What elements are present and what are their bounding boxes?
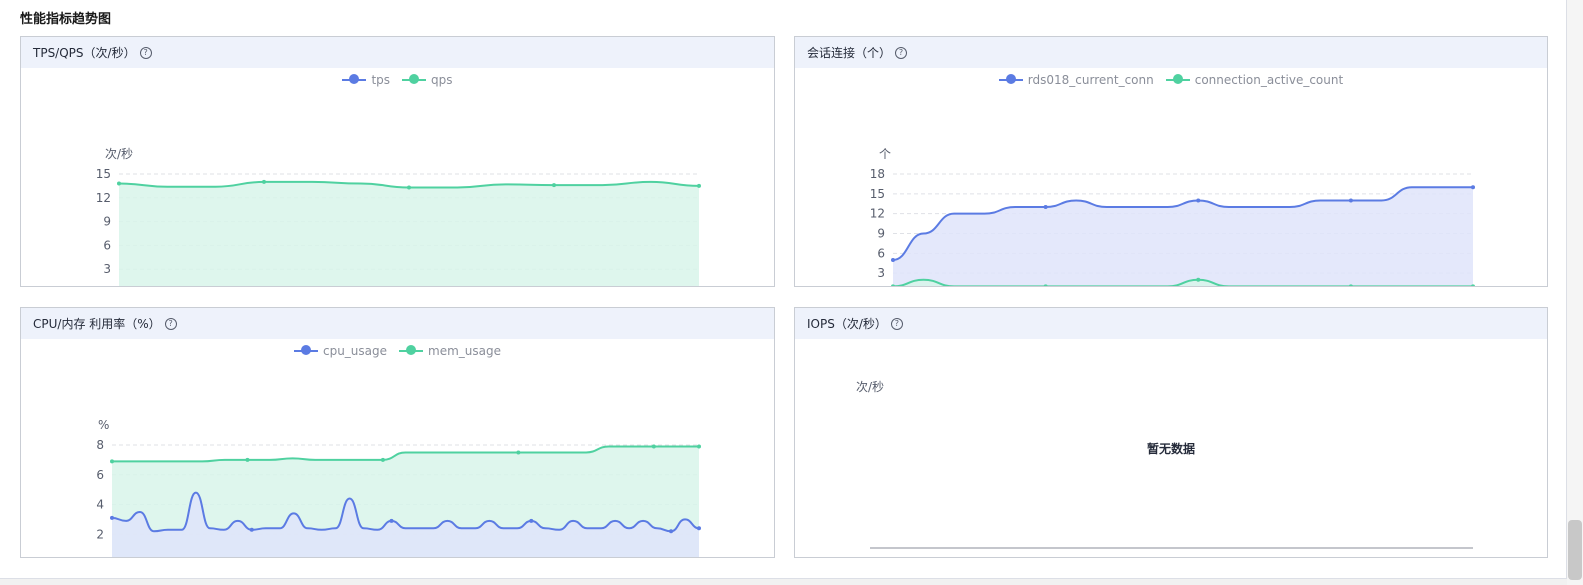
scrollbar-thumb[interactable] [1568,520,1582,580]
data-point-cpu_usage [110,515,114,520]
data-point-qps [697,183,701,188]
session-conn-panel: 会话连接（个） ? rds018_current_conn connection… [794,36,1548,287]
data-point-cpu_usage [669,529,674,534]
data-point-mem_usage [516,450,521,455]
data-point-cpu_usage [249,527,254,532]
panel-title: CPU/内存 利用率（%） [33,317,161,331]
data-point-mem_usage [380,457,385,462]
data-point-rds018_current_conn [1348,198,1353,203]
y-axis-unit: % [98,418,109,432]
data-point-qps [117,181,121,186]
data-point-mem_usage [697,444,701,449]
tps-qps-chart[interactable]: 次/秒036912152023/08/19 19:39:192023/08/19… [21,68,774,286]
data-point-qps [407,185,411,190]
data-point-mem_usage [110,459,114,464]
cpu-mem-chart[interactable]: %024682023/08/19 19:37:212023/08/19 19:4… [21,339,774,557]
panel-header: CPU/内存 利用率（%） ? [21,308,774,339]
data-point-connection_active_count [1196,277,1201,282]
section-title: 性能指标趋势图 [20,12,112,27]
panel-title: 会话连接（个） [807,46,892,60]
y-tick-label: 15 [96,167,111,181]
data-point-rds018_current_conn [1196,198,1201,203]
series-area-qps [119,181,699,286]
data-point-mem_usage [651,444,656,449]
data-point-cpu_usage [697,526,701,531]
y-tick-label: 2 [96,527,104,541]
panel-title: TPS/QPS（次/秒） [33,46,136,60]
panel-header: 会话连接（个） ? [795,37,1547,68]
y-axis-unit: 次/秒 [856,380,884,394]
question-circle-icon[interactable]: ? [890,317,903,330]
y-tick-label: 3 [877,266,885,280]
question-circle-icon[interactable]: ? [139,46,152,59]
y-tick-label: 6 [877,246,885,260]
vertical-scrollbar[interactable] [1567,0,1583,585]
y-tick-label: 15 [870,187,885,201]
data-point-mem_usage [245,457,250,462]
panel-header: TPS/QPS（次/秒） ? [21,37,774,68]
series-area-rds018_current_conn [893,187,1473,286]
data-point-rds018_current_conn [1471,185,1475,190]
panel-title: IOPS（次/秒） [807,317,887,331]
data-point-qps [262,179,266,184]
y-tick-label: 3 [103,262,111,276]
data-point-cpu_usage [389,518,394,523]
empty-state-text: 暂无数据 [1146,442,1195,456]
panel-header: IOPS（次/秒） ? [795,308,1547,339]
y-tick-label: 12 [96,191,111,205]
question-circle-icon[interactable]: ? [164,317,177,330]
y-tick-label: 9 [103,215,111,229]
cpu-mem-panel: CPU/内存 利用率（%） ? cpu_usage mem_usage %024… [20,307,775,558]
data-point-rds018_current_conn [891,257,895,262]
y-tick-label: 6 [96,468,104,482]
question-circle-icon[interactable]: ? [895,46,908,59]
y-tick-label: 12 [870,207,885,221]
tps-qps-panel: TPS/QPS（次/秒） ? tps qps 次/秒036912152023/0… [20,36,775,287]
y-axis-unit: 次/秒 [105,147,133,161]
page: 性能指标趋势图 TPS/QPS（次/秒） ? tps qps 次/秒036912… [0,0,1567,579]
y-axis-unit: 个 [879,147,891,161]
y-tick-label: 6 [103,238,111,252]
data-point-cpu_usage [529,518,534,523]
y-tick-label: 4 [96,498,104,512]
session-conn-chart[interactable]: 个03691215182023/08/19 19:37:212023/08/19… [795,68,1547,286]
y-tick-label: 18 [870,167,885,181]
y-tick-label: 8 [96,438,104,452]
y-tick-label: 9 [877,227,885,241]
iops-panel: IOPS（次/秒） ? 次/秒 暂无数据 [794,307,1548,558]
data-point-qps [552,183,556,188]
data-point-rds018_current_conn [1043,205,1048,210]
